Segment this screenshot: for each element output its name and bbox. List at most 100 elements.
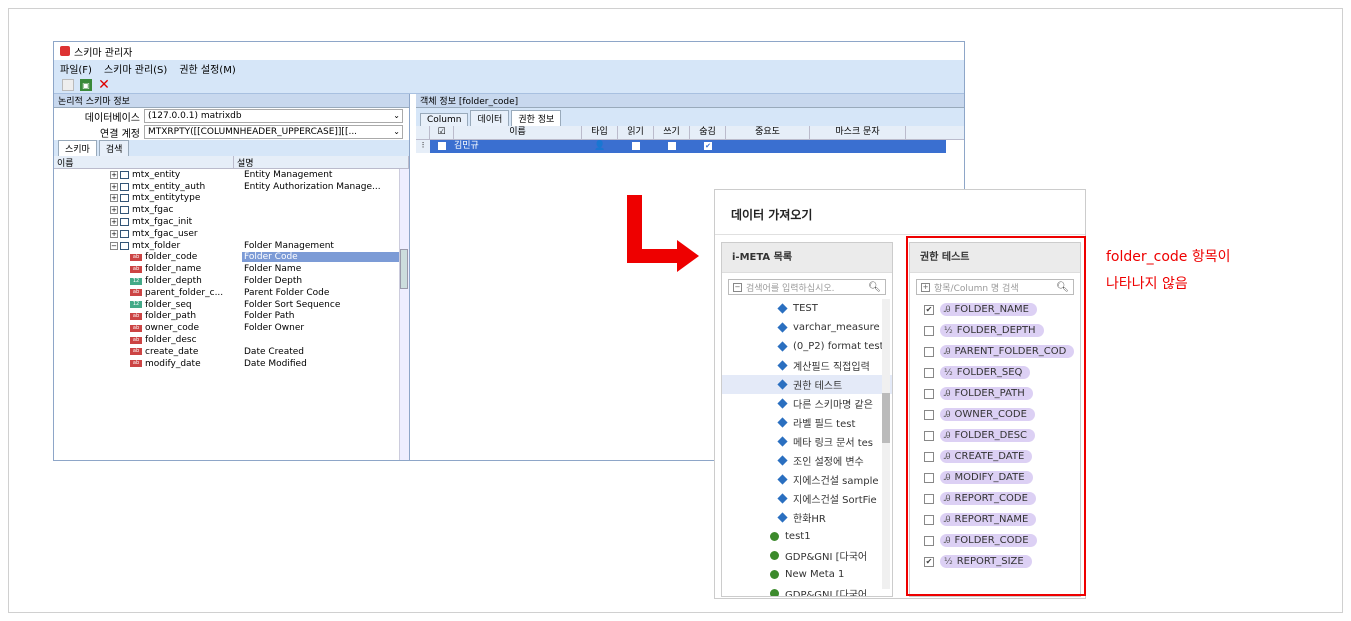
tree-row-name-cell: ab folder_desc bbox=[54, 335, 242, 345]
meta-list-item[interactable]: 한화HR bbox=[722, 508, 892, 527]
meta-cube-icon bbox=[777, 398, 788, 409]
table-icon bbox=[120, 206, 129, 215]
tree-row[interactable]: ab parent_folder_c... Parent Folder Code bbox=[54, 287, 409, 299]
meta-list-item[interactable]: 권한 테스트 bbox=[722, 375, 892, 394]
tree-row[interactable]: ab folder_path Folder Path bbox=[54, 311, 409, 323]
meta-list-item[interactable]: 메타 링크 문서 tes bbox=[722, 432, 892, 451]
tree-row[interactable]: + mtx_entity_auth Entity Authorization Man… bbox=[54, 181, 409, 193]
collapse-icon[interactable]: − bbox=[733, 282, 742, 292]
connection-select[interactable]: MTXRPTY([[COLUMNHEADER_UPPERCASE]][[... ⌄ bbox=[144, 125, 403, 139]
meta-search-input[interactable]: − 검색어를 입력하십시오. 🔍︎ bbox=[728, 279, 886, 295]
tree-row[interactable]: ab folder_code Folder Code bbox=[54, 252, 409, 264]
tree-row-name: folder_path bbox=[145, 311, 197, 322]
meta-list-item[interactable]: New Meta 1 bbox=[722, 565, 892, 584]
tree-row[interactable]: − mtx_folder Folder Management bbox=[54, 240, 409, 252]
read-checkbox[interactable] bbox=[618, 140, 654, 153]
title-bar: 스키마 관리자 bbox=[54, 42, 964, 60]
importance-cell[interactable] bbox=[726, 140, 810, 153]
meta-list-item[interactable]: 계산필드 직접입력 bbox=[722, 356, 892, 375]
tree-row[interactable]: + mtx_fgac bbox=[54, 204, 409, 216]
expand-icon[interactable]: + bbox=[110, 229, 118, 238]
database-select[interactable]: (127.0.0.1) matrixdb ⌄ bbox=[144, 109, 403, 123]
tree-row[interactable]: ab create_date Date Created bbox=[54, 346, 409, 358]
logical-schema-pane: 논리적 스키마 정보 데이터베이스 (127.0.0.1) matrixdb ⌄ … bbox=[54, 94, 410, 460]
meta-list-item[interactable]: GDP&GNI [다국어 bbox=[722, 546, 892, 565]
save-icon[interactable]: ▣ bbox=[80, 79, 92, 91]
left-pane-header: 논리적 스키마 정보 bbox=[54, 94, 409, 108]
tree-row[interactable]: ab folder_desc bbox=[54, 334, 409, 346]
meta-scrollbar[interactable] bbox=[882, 299, 890, 589]
tree-row[interactable]: ab owner_code Folder Owner bbox=[54, 322, 409, 334]
tab-schema[interactable]: 스키마 bbox=[58, 140, 97, 156]
meta-list-item[interactable]: 지에스건설 SortFie bbox=[722, 489, 892, 508]
meta-list-item[interactable]: test1 bbox=[722, 527, 892, 546]
meta-list-item[interactable]: GDP&GNI [다국어 bbox=[722, 584, 892, 596]
meta-list-item-label: 권한 테스트 bbox=[793, 381, 843, 392]
tree-row[interactable]: ab modify_date Date Modified bbox=[54, 358, 409, 370]
tree-row[interactable]: + mtx_fgac_user bbox=[54, 228, 409, 240]
tree-row[interactable]: + mtx_entitytype bbox=[54, 193, 409, 205]
menu-schema[interactable]: 스키마 관리(S) bbox=[104, 61, 167, 76]
tab-data[interactable]: 데이터 bbox=[470, 110, 510, 126]
expand-icon[interactable]: + bbox=[110, 194, 118, 203]
tree-row-name-cell: ab create_date bbox=[54, 347, 242, 357]
tree-row-name-cell: ab modify_date bbox=[54, 359, 242, 369]
menu-file[interactable]: 파일(F) bbox=[60, 61, 92, 76]
tree-scroll-thumb[interactable] bbox=[400, 249, 408, 289]
meta-list-item[interactable]: 조인 설정에 변수 bbox=[722, 451, 892, 470]
grid-col-read: 읽기 bbox=[618, 126, 654, 139]
tree-row-name: mtx_entity bbox=[132, 169, 181, 180]
tree-scrollbar[interactable] bbox=[399, 169, 409, 460]
tab-search[interactable]: 검색 bbox=[98, 140, 130, 156]
meta-list-item[interactable]: (0_P2) format test bbox=[722, 337, 892, 356]
tree-row[interactable]: + mtx_entity Entity Management bbox=[54, 169, 409, 181]
search-icon[interactable]: 🔍︎ bbox=[868, 282, 881, 293]
meta-list-item[interactable]: 라벨 필드 test bbox=[722, 413, 892, 432]
meta-cube-icon bbox=[777, 512, 788, 523]
tab-permission-info[interactable]: 권한 정보 bbox=[511, 110, 562, 126]
collapse-icon[interactable]: − bbox=[110, 241, 118, 250]
write-checkbox[interactable] bbox=[654, 140, 690, 153]
table-icon bbox=[120, 229, 129, 238]
arrow-icon-bar bbox=[627, 249, 677, 263]
meta-list-item[interactable]: varchar_measure t bbox=[722, 318, 892, 337]
meta-list-item[interactable]: TEST bbox=[722, 299, 892, 318]
tree-row-name-cell: + mtx_entity bbox=[54, 170, 242, 180]
row-checkbox[interactable] bbox=[430, 140, 454, 153]
mask-cell[interactable] bbox=[810, 140, 906, 153]
tab-column[interactable]: Column bbox=[420, 113, 469, 126]
meta-list-item-label: 계산필드 직접입력 bbox=[793, 362, 870, 373]
text-column-icon: ab bbox=[130, 289, 142, 297]
menu-permission[interactable]: 권한 설정(M) bbox=[179, 61, 235, 76]
meta-cube-icon bbox=[777, 474, 788, 485]
expand-icon[interactable]: + bbox=[110, 170, 118, 179]
hide-checkbox[interactable]: ✔ bbox=[690, 140, 726, 153]
tree-row[interactable]: ab folder_name Folder Name bbox=[54, 263, 409, 275]
meta-list-item[interactable]: 지에스건설 sample bbox=[722, 470, 892, 489]
meta-query-icon bbox=[770, 551, 779, 560]
tree-row-name-cell: ab folder_path bbox=[54, 311, 242, 321]
window-title: 스키마 관리자 bbox=[74, 47, 133, 59]
expand-icon[interactable]: + bbox=[110, 218, 118, 227]
meta-list-panel: i-META 목록 − 검색어를 입력하십시오. 🔍︎ TEST varchar_… bbox=[721, 242, 893, 597]
delete-icon[interactable]: ✕ bbox=[98, 77, 110, 93]
meta-list-item-label: test1 bbox=[785, 531, 811, 542]
tree-row-name-cell: 12 folder_depth bbox=[54, 276, 242, 286]
meta-scroll-thumb[interactable] bbox=[882, 393, 890, 443]
permission-row[interactable]: ⁝ 김민규 👤 ✔ bbox=[416, 140, 946, 153]
tree-row[interactable]: 12 folder_seq Folder Sort Sequence bbox=[54, 299, 409, 311]
tree-row[interactable]: 12 folder_depth Folder Depth bbox=[54, 275, 409, 287]
tree-row-desc: Date Modified bbox=[244, 358, 307, 369]
meta-list-item[interactable]: 다른 스키마명 같은 bbox=[722, 394, 892, 413]
tree-row-name: mtx_fgac bbox=[132, 205, 174, 216]
new-icon[interactable] bbox=[62, 79, 74, 91]
grid-col-check[interactable]: ☑ bbox=[430, 126, 454, 139]
tree-row[interactable]: + mtx_fgac_init bbox=[54, 216, 409, 228]
database-label: 데이터베이스 bbox=[84, 112, 140, 124]
text-column-icon: ab bbox=[130, 265, 142, 273]
expand-icon[interactable]: + bbox=[110, 206, 118, 215]
meta-cube-icon bbox=[777, 379, 788, 390]
text-column-icon: ab bbox=[130, 312, 142, 320]
numeric-column-icon: 12 bbox=[130, 301, 142, 309]
expand-icon[interactable]: + bbox=[110, 182, 118, 191]
